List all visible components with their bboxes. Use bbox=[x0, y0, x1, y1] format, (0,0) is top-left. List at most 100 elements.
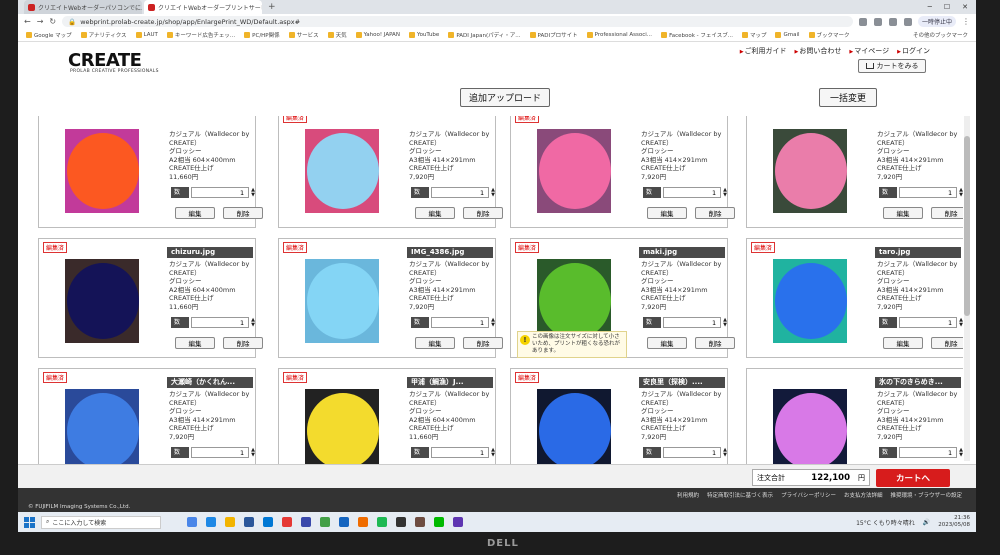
back-icon[interactable]: ← bbox=[24, 17, 31, 26]
stepper-arrows[interactable]: ▲ ▼ bbox=[723, 317, 727, 328]
windows-start-icon[interactable] bbox=[24, 516, 35, 528]
url-input[interactable]: 🔒 webprint.prolab-create.jp/shop/app/Enl… bbox=[62, 16, 853, 27]
delete-button[interactable]: 削除 bbox=[463, 337, 503, 349]
payment-link[interactable]: お支払方法詳細 bbox=[844, 491, 883, 499]
add-upload-button[interactable]: 追加アップロード bbox=[460, 88, 550, 107]
star-icon[interactable] bbox=[873, 17, 882, 26]
edit-button[interactable]: 編集 bbox=[175, 207, 215, 219]
edit-button[interactable]: 編集 bbox=[647, 207, 687, 219]
bookmark-item[interactable]: 天気 bbox=[327, 31, 347, 39]
quantity-input[interactable]: 1 bbox=[430, 447, 490, 458]
bookmark-item[interactable]: Yahoo! JAPAN bbox=[355, 32, 400, 38]
edit-button[interactable]: 編集 bbox=[415, 207, 455, 219]
chevron-down-icon[interactable]: ▼ bbox=[491, 452, 495, 458]
checkout-button[interactable]: カートへ bbox=[876, 469, 950, 487]
weather-status[interactable]: 15°C くもり時々晴れ bbox=[856, 518, 915, 527]
bookmark-item[interactable]: アナリティクス bbox=[80, 31, 127, 39]
photo-thumbnail[interactable] bbox=[525, 385, 625, 464]
view-cart-button[interactable]: カートをみる bbox=[858, 59, 926, 73]
app-icon[interactable] bbox=[301, 517, 311, 527]
photo-thumbnail[interactable] bbox=[53, 385, 153, 464]
stepper-arrows[interactable]: ▲ ▼ bbox=[251, 447, 255, 458]
chevron-down-icon[interactable]: ▼ bbox=[723, 452, 727, 458]
chevron-down-icon[interactable]: ▼ bbox=[251, 322, 255, 328]
mypage-link[interactable]: マイページ bbox=[849, 46, 889, 56]
app-icon[interactable] bbox=[358, 517, 368, 527]
quantity-input[interactable]: 1 bbox=[662, 447, 722, 458]
delete-button[interactable]: 削除 bbox=[931, 207, 963, 219]
stepper-arrows[interactable]: ▲ ▼ bbox=[723, 187, 727, 198]
photo-thumbnail[interactable] bbox=[53, 255, 153, 347]
login-link[interactable]: ログイン bbox=[897, 46, 930, 56]
photo-thumbnail[interactable] bbox=[761, 125, 861, 217]
minimize-icon[interactable]: ─ bbox=[928, 3, 932, 11]
chevron-down-icon[interactable]: ▼ bbox=[959, 322, 963, 328]
explorer-icon[interactable] bbox=[225, 517, 235, 527]
delete-button[interactable]: 削除 bbox=[223, 207, 263, 219]
close-window-icon[interactable]: ✕ bbox=[962, 3, 968, 11]
edit-button[interactable]: 編集 bbox=[415, 337, 455, 349]
store-icon[interactable] bbox=[244, 517, 254, 527]
quantity-input[interactable]: 1 bbox=[898, 317, 958, 328]
app-icon[interactable] bbox=[339, 517, 349, 527]
edit-button[interactable]: 編集 bbox=[175, 337, 215, 349]
bookmark-item[interactable]: PADIプロサイト bbox=[529, 31, 578, 39]
bookmark-item[interactable]: Google マップ bbox=[26, 31, 72, 39]
chevron-down-icon[interactable]: ▼ bbox=[723, 192, 727, 198]
guide-link[interactable]: ご利用ガイド bbox=[740, 46, 787, 56]
delete-button[interactable]: 削除 bbox=[695, 337, 735, 349]
stepper-arrows[interactable]: ▲ ▼ bbox=[491, 187, 495, 198]
environment-link[interactable]: 推奨環境・ブラウザーの設定 bbox=[890, 491, 962, 499]
quantity-input[interactable]: 1 bbox=[898, 447, 958, 458]
bookmark-item[interactable]: キーワード広告チェッ... bbox=[166, 31, 235, 39]
app-icon[interactable] bbox=[415, 517, 425, 527]
delete-button[interactable]: 削除 bbox=[463, 207, 503, 219]
stepper-arrows[interactable]: ▲ ▼ bbox=[251, 317, 255, 328]
create-logo[interactable]: CREATE bbox=[68, 50, 142, 71]
bookmark-item[interactable]: YouTube bbox=[408, 32, 439, 38]
maximize-icon[interactable]: ☐ bbox=[944, 3, 950, 11]
mail-icon[interactable] bbox=[263, 517, 273, 527]
chevron-down-icon[interactable]: ▼ bbox=[251, 452, 255, 458]
contact-link[interactable]: お問い合わせ bbox=[795, 46, 841, 56]
quantity-input[interactable]: 1 bbox=[190, 317, 250, 328]
bookmark-item[interactable]: PADI Japan(パディ・ア... bbox=[448, 31, 521, 39]
bookmark-item[interactable]: サービス bbox=[288, 31, 319, 39]
share-icon[interactable] bbox=[858, 17, 867, 26]
task-view-icon[interactable] bbox=[187, 517, 197, 527]
forward-icon[interactable]: → bbox=[37, 17, 44, 26]
stepper-arrows[interactable]: ▲ ▼ bbox=[959, 447, 963, 458]
terms-link[interactable]: 利用規約 bbox=[677, 491, 699, 499]
stepper-arrows[interactable]: ▲ ▼ bbox=[491, 317, 495, 328]
browser-tab-active[interactable]: クリエイトWebオーダープリントサービス✕ bbox=[144, 0, 262, 14]
quantity-input[interactable]: 1 bbox=[190, 447, 250, 458]
profile-button[interactable]: 一時停止中 bbox=[917, 16, 956, 27]
stepper-arrows[interactable]: ▲ ▼ bbox=[491, 447, 495, 458]
chevron-down-icon[interactable]: ▼ bbox=[491, 322, 495, 328]
delete-button[interactable]: 削除 bbox=[223, 337, 263, 349]
spotify-icon[interactable] bbox=[377, 517, 387, 527]
edit-button[interactable]: 編集 bbox=[883, 207, 923, 219]
app-icon[interactable] bbox=[396, 517, 406, 527]
volume-icon[interactable]: 🔊 bbox=[923, 519, 930, 526]
photo-thumbnail[interactable] bbox=[293, 385, 393, 464]
clock[interactable]: 21:36 2023/05/08 bbox=[938, 515, 970, 529]
stepper-arrows[interactable]: ▲ ▼ bbox=[251, 187, 255, 198]
app-icon[interactable] bbox=[320, 517, 330, 527]
delete-button[interactable]: 削除 bbox=[931, 337, 963, 349]
extension-icon[interactable] bbox=[888, 17, 897, 26]
scrollbar-thumb[interactable] bbox=[964, 136, 970, 316]
chrome-icon[interactable] bbox=[282, 517, 292, 527]
quantity-input[interactable]: 1 bbox=[898, 187, 958, 198]
photo-thumbnail[interactable] bbox=[293, 125, 393, 217]
edge-icon[interactable] bbox=[206, 517, 216, 527]
photo-thumbnail[interactable] bbox=[761, 385, 861, 464]
bookmark-item[interactable]: マップ bbox=[741, 31, 766, 39]
quantity-input[interactable]: 1 bbox=[430, 317, 490, 328]
quantity-input[interactable]: 1 bbox=[430, 187, 490, 198]
reload-icon[interactable]: ↻ bbox=[49, 17, 56, 26]
chevron-down-icon[interactable]: ▼ bbox=[959, 452, 963, 458]
menu-icon[interactable]: ⋮ bbox=[962, 17, 970, 26]
photo-thumbnail[interactable] bbox=[525, 125, 625, 217]
bookmark-item[interactable]: Professional Associ... bbox=[586, 32, 652, 38]
